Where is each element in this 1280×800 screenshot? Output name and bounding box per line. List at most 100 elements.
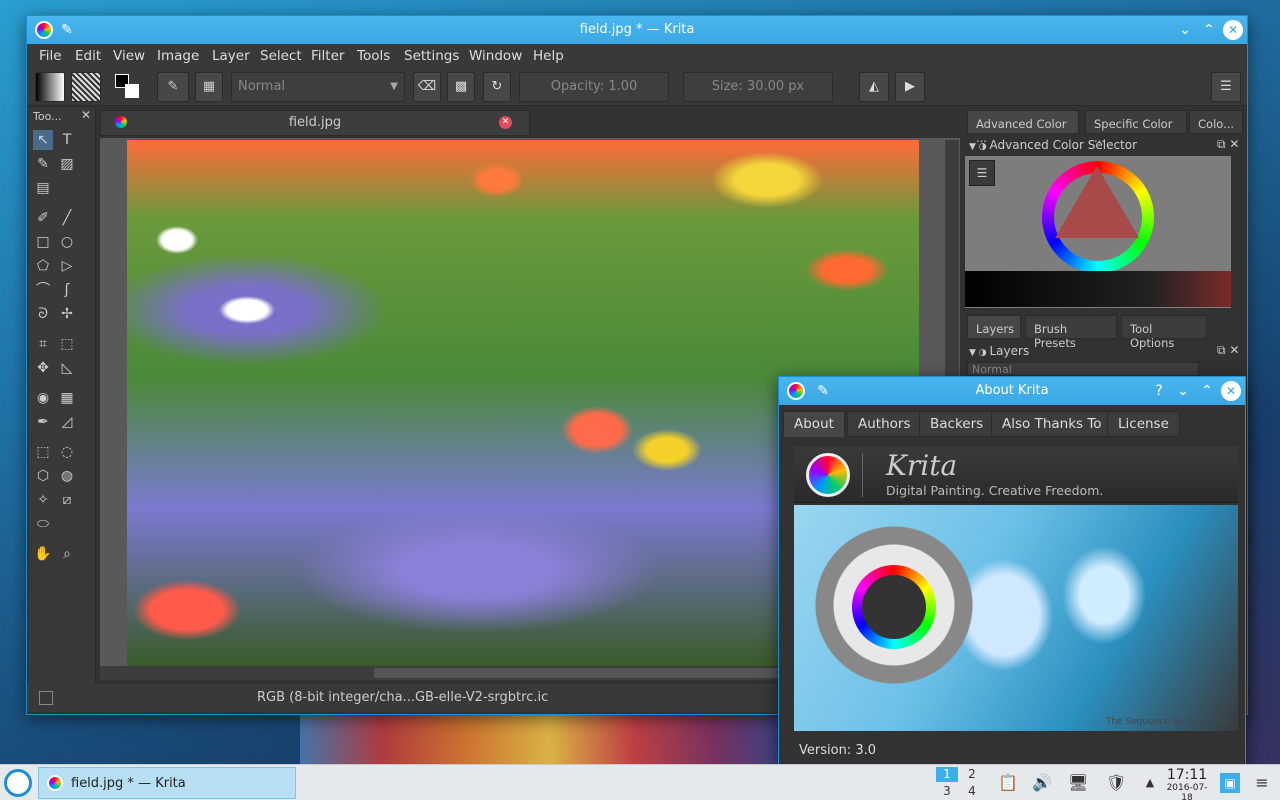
saturation-triangle[interactable]: [1055, 166, 1139, 238]
panel-menu-icon[interactable]: ≡: [1252, 773, 1272, 793]
dialog-title-bar[interactable]: ✎ About Krita ? ⌄ ⌃ ✕: [779, 377, 1245, 405]
maximize-button[interactable]: ⌃: [1197, 381, 1217, 401]
bezier-tool-icon[interactable]: ⌒: [33, 280, 53, 300]
desktop-4[interactable]: 4: [961, 784, 983, 799]
brush-editor-icon[interactable]: ▦: [195, 72, 223, 102]
desktop-2[interactable]: 2: [961, 767, 983, 782]
fg-bg-color-swatch[interactable]: [115, 74, 141, 100]
polygon-select-tool-icon[interactable]: ⬡: [33, 466, 53, 486]
desktop-3[interactable]: 3: [936, 784, 958, 799]
polygon-tool-icon[interactable]: ⬠: [33, 256, 53, 276]
desktop-1[interactable]: 1: [936, 767, 958, 782]
bezier-select-tool-icon[interactable]: ⬭: [33, 514, 53, 534]
menu-settings[interactable]: Settings: [404, 48, 459, 64]
application-launcher-icon[interactable]: [4, 769, 32, 797]
tab-layers[interactable]: Layers: [967, 315, 1021, 339]
reload-preset-icon[interactable]: ↻: [483, 72, 511, 102]
menu-filter[interactable]: Filter: [311, 48, 344, 64]
network-icon[interactable]: 🖥: [1068, 773, 1088, 793]
close-tab-icon[interactable]: ✕: [499, 116, 512, 129]
magic-wand-tool-icon[interactable]: ✧: [33, 490, 53, 510]
zoom-tool-icon[interactable]: ⌕: [57, 544, 77, 564]
freehand-path-tool-icon[interactable]: ʃ: [57, 280, 77, 300]
opacity-slider[interactable]: Opacity: 1.00: [519, 72, 669, 102]
tab-also-thanks-to[interactable]: Also Thanks To: [991, 411, 1113, 437]
gradient-tool-icon[interactable]: ▦: [57, 388, 77, 408]
show-desktop-icon[interactable]: ▣: [1220, 773, 1240, 793]
crop-tool-icon[interactable]: ⌗: [33, 334, 53, 354]
selection-mode-icon[interactable]: [39, 691, 53, 705]
minimize-button[interactable]: ⌄: [1173, 381, 1193, 401]
tab-color-more[interactable]: Colo...: [1189, 110, 1243, 134]
menu-select[interactable]: Select: [260, 48, 302, 64]
similar-select-tool-icon[interactable]: ⧄: [57, 490, 77, 510]
layers-float-close-icons[interactable]: ⧉ ✕: [1217, 343, 1239, 358]
rectangle-tool-icon[interactable]: □: [33, 232, 53, 252]
rect-select-tool-icon[interactable]: ⬚: [33, 442, 53, 462]
float-close-icons[interactable]: ⧉ ✕: [1217, 137, 1239, 152]
move-tool-icon[interactable]: ✥: [33, 358, 53, 378]
mirror-horizontal-icon[interactable]: ◭: [859, 72, 889, 102]
text-tool-icon[interactable]: T: [57, 130, 77, 150]
horizontal-scrollbar[interactable]: [100, 666, 805, 680]
brush-tool-icon[interactable]: ✐: [33, 208, 53, 228]
multibrush-tool-icon[interactable]: ✢: [57, 304, 77, 324]
menu-layer[interactable]: Layer: [212, 48, 250, 64]
tab-field-jpg[interactable]: field.jpg ✕: [100, 110, 530, 136]
updates-shield-icon[interactable]: 🛡: [1106, 773, 1126, 793]
close-button[interactable]: ✕: [1221, 381, 1241, 401]
size-slider[interactable]: Size: 30.00 px: [683, 72, 833, 102]
blend-mode-select[interactable]: Normal ▼: [231, 72, 405, 102]
line-tool-icon[interactable]: ╱: [57, 208, 77, 228]
tab-brush-presets[interactable]: Brush Presets: [1025, 315, 1117, 350]
color-history-bars[interactable]: [965, 271, 1231, 307]
color-picker-tool-icon[interactable]: ✒: [33, 412, 53, 432]
tab-advanced-color[interactable]: Advanced Color ...: [967, 110, 1079, 145]
ellipse-select-tool-icon[interactable]: ◌: [57, 442, 77, 462]
color-settings-icon[interactable]: ☰: [969, 160, 995, 186]
mirror-vertical-icon[interactable]: ▶: [895, 72, 925, 102]
title-bar[interactable]: ✎ field.jpg * — Krita ⌄ ⌃ ✕: [27, 16, 1247, 44]
dynamic-brush-tool-icon[interactable]: ᘐ: [33, 304, 53, 324]
tray-expand-icon[interactable]: ▲: [1140, 773, 1160, 793]
assistant-tool-icon[interactable]: ◿: [57, 412, 77, 432]
menu-image[interactable]: Image: [157, 48, 199, 64]
polyline-tool-icon[interactable]: ▷: [57, 256, 77, 276]
edit-shapes-tool-icon[interactable]: ✎: [33, 154, 53, 174]
gradient-preset-button[interactable]: [35, 72, 65, 102]
close-button[interactable]: ✕: [1223, 20, 1243, 40]
close-icon[interactable]: ✕: [81, 108, 91, 122]
menu-view[interactable]: View: [113, 48, 145, 64]
transform-tool-icon[interactable]: ⬚: [57, 334, 77, 354]
clock[interactable]: 17:11 2016-07-18: [1162, 767, 1212, 800]
minimize-button[interactable]: ⌄: [1175, 20, 1195, 40]
clipboard-icon[interactable]: 📋: [998, 773, 1018, 793]
tab-authors[interactable]: Authors: [847, 411, 922, 437]
gradient-edit-tool-icon[interactable]: ▤: [33, 178, 53, 198]
volume-icon[interactable]: 🔊: [1032, 773, 1052, 793]
menu-file[interactable]: File: [39, 48, 62, 64]
measure-tool-icon[interactable]: ◺: [57, 358, 77, 378]
fill-tool-icon[interactable]: ◉: [33, 388, 53, 408]
menu-tools[interactable]: Tools: [357, 48, 390, 64]
docker-menu-icon[interactable]: ☰: [1211, 72, 1241, 102]
taskbar-item-krita[interactable]: field.jpg * — Krita: [38, 767, 296, 799]
menu-edit[interactable]: Edit: [75, 48, 101, 64]
freehand-select-tool-icon[interactable]: ◍: [57, 466, 77, 486]
menu-help[interactable]: Help: [533, 48, 564, 64]
tab-about[interactable]: About: [783, 411, 845, 437]
tab-backers[interactable]: Backers: [919, 411, 995, 437]
maximize-button[interactable]: ⌃: [1199, 20, 1219, 40]
tab-tool-options[interactable]: Tool Options: [1121, 315, 1207, 350]
tab-license[interactable]: License: [1107, 411, 1180, 437]
pattern-preset-button[interactable]: [71, 72, 101, 102]
help-button[interactable]: ?: [1149, 381, 1169, 401]
select-shapes-tool-icon[interactable]: ↖: [33, 130, 53, 150]
alpha-lock-icon[interactable]: ▩: [447, 72, 475, 102]
scrollbar-handle[interactable]: [374, 668, 794, 678]
ellipse-tool-icon[interactable]: ○: [57, 232, 77, 252]
layers-blend-select[interactable]: Normal: [967, 362, 1199, 376]
menu-window[interactable]: Window: [469, 48, 522, 64]
tab-specific-color[interactable]: Specific Color ...: [1085, 110, 1187, 145]
pan-tool-icon[interactable]: ✋: [33, 544, 53, 564]
